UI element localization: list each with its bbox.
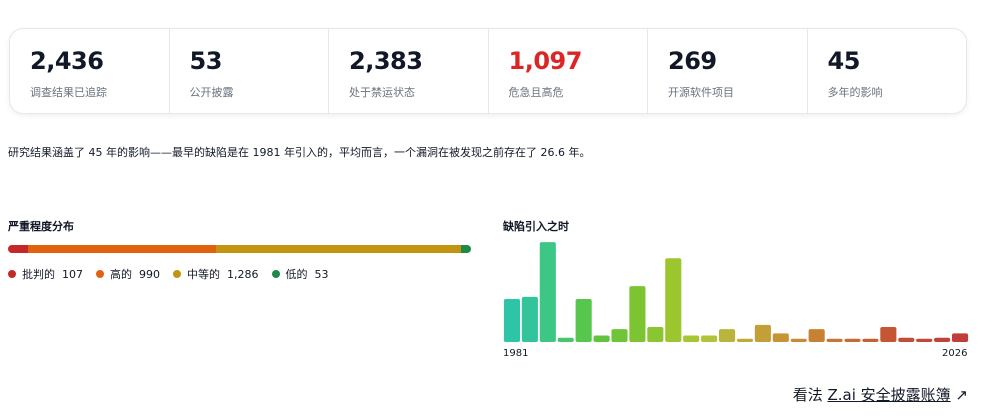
severity-segment (28, 245, 217, 253)
stat-value: 53 (189, 47, 223, 75)
stat-value: 269 (668, 47, 717, 75)
year-bar[interactable] (736, 338, 754, 342)
legend-count: 53 (314, 267, 329, 281)
introduced-bar-chart (503, 242, 969, 342)
ledger-link[interactable]: 看法 Z.ai 安全披露账簿 ↗ (793, 384, 968, 405)
year-bar[interactable] (808, 329, 825, 342)
legend-dot-icon (271, 270, 280, 278)
year-bar[interactable] (629, 286, 646, 342)
year-bar[interactable] (880, 326, 897, 342)
legend-count: 107 (62, 267, 83, 281)
year-bar[interactable] (521, 296, 538, 342)
year-bar[interactable] (934, 337, 951, 342)
stat-label: 危急且高危 (508, 86, 564, 99)
severity-segment (8, 245, 29, 253)
stats-card: 2,436 调查结果已追踪 53 公开披露 2,383 处于禁运状态 1,097… (9, 28, 967, 114)
legend-count: 990 (139, 267, 160, 281)
year-bar[interactable] (539, 242, 556, 342)
x-axis-start-label: 1981 (503, 348, 529, 359)
legend-label: 中等的 (187, 268, 220, 281)
stat-label: 多年的影响 (827, 86, 883, 99)
stat-value: 1,097 (508, 47, 583, 75)
year-bar[interactable] (898, 337, 915, 342)
stat-value: 45 (827, 47, 861, 75)
severity-title: 严重程度分布 (8, 220, 74, 233)
ledger-link-text: Z.ai 安全披露账簿 (827, 386, 951, 404)
stat-value: 2,383 (349, 47, 423, 75)
severity-segment (460, 245, 471, 253)
year-bar[interactable] (665, 258, 682, 342)
year-bar[interactable] (916, 338, 933, 342)
severity-legend: 批判的 107 高的 990 中等的 1,286 低的 53 (8, 266, 342, 282)
year-bar[interactable] (557, 337, 574, 342)
legend-item: 高的 990 (96, 266, 160, 282)
legend-item: 批判的 107 (8, 266, 83, 282)
year-bar[interactable] (683, 335, 700, 342)
year-bar[interactable] (844, 338, 861, 342)
legend-label: 低的 (285, 268, 308, 281)
stat-label: 公开披露 (189, 86, 234, 99)
stat-label: 处于禁运状态 (349, 86, 415, 99)
year-bar[interactable] (826, 338, 843, 342)
stat-oss-projects: 269 开源软件项目 (647, 29, 807, 113)
legend-dot-icon (173, 270, 181, 278)
year-bar[interactable] (772, 333, 789, 342)
stat-findings-tracked: 2,436 调查结果已追踪 (10, 29, 169, 113)
stat-critical-high: 1,097 危急且高危 (487, 29, 648, 113)
stat-years-impact: 45 多年的影响 (806, 29, 967, 113)
legend-label: 批判的 (22, 268, 55, 281)
introduced-title: 缺陷引入之时 (503, 220, 569, 233)
year-bar[interactable] (611, 329, 628, 342)
stat-public-disclosures: 53 公开披露 (168, 29, 329, 113)
legend-count: 1,286 (227, 267, 259, 281)
year-bar[interactable] (701, 335, 718, 342)
ledger-link-prefix: 看法 (792, 386, 828, 404)
summary-text: 研究结果涵盖了 45 年的影响——最早的缺陷是在 1981 年引入的，平均而言，… (8, 146, 591, 159)
stat-label: 调查结果已追踪 (30, 86, 107, 99)
year-bar[interactable] (790, 338, 807, 342)
year-bar[interactable] (862, 338, 879, 342)
external-link-icon: ↗ (950, 386, 968, 404)
legend-dot-icon (8, 270, 16, 278)
legend-dot-icon (96, 270, 104, 278)
legend-label: 高的 (110, 268, 132, 281)
year-bar[interactable] (647, 326, 664, 342)
year-bar[interactable] (718, 329, 736, 342)
stat-value: 2,436 (30, 47, 104, 75)
year-bar[interactable] (503, 299, 521, 342)
year-bar[interactable] (575, 299, 592, 342)
year-bar[interactable] (754, 324, 771, 342)
legend-item: 低的 53 (271, 266, 329, 282)
severity-bar (8, 245, 471, 253)
stat-label: 开源软件项目 (668, 86, 734, 99)
legend-item: 中等的 1,286 (173, 266, 259, 282)
year-bar[interactable] (593, 335, 610, 342)
year-bar[interactable] (951, 333, 969, 342)
severity-segment (216, 245, 461, 253)
x-axis-end-label: 2026 (942, 348, 968, 359)
stat-under-embargo: 2,383 处于禁运状态 (328, 29, 488, 113)
